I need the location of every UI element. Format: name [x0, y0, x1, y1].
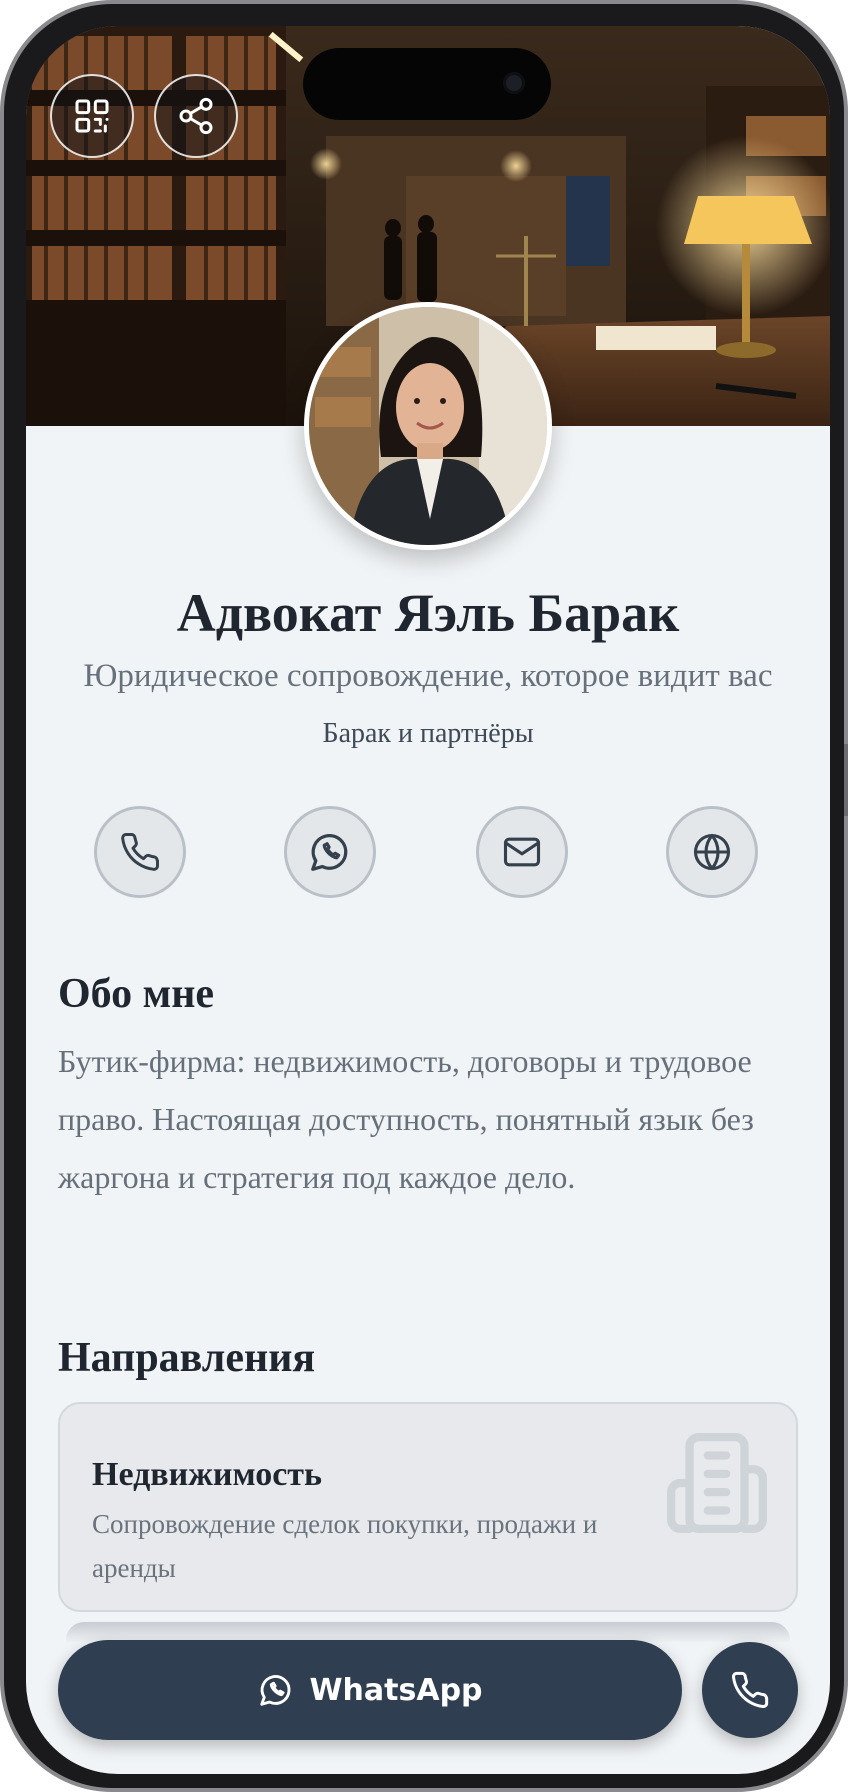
mail-icon	[503, 837, 541, 867]
phone-icon	[121, 833, 159, 871]
side-button	[844, 744, 848, 816]
profile-firm: Барак и партнёры	[322, 718, 534, 749]
profile-tagline: Юридическое сопровождение, которое видит…	[83, 658, 773, 694]
phone-icon	[732, 1671, 769, 1708]
screen: Адвокат Яэль Барак Юридическое сопровожд…	[26, 26, 830, 1774]
call-cta-button[interactable]	[702, 1642, 798, 1738]
share-icon	[179, 97, 213, 135]
about-title: Обо мне	[58, 971, 215, 1017]
about-text: Бутик-фирма: недвижимость, договоры и тр…	[58, 1043, 754, 1195]
service-card-title: Недвижимость	[92, 1456, 322, 1493]
services-title: Направления	[58, 1335, 316, 1381]
whatsapp-cta-button[interactable]: WhatsApp	[58, 1640, 682, 1740]
whatsapp-cta-label: WhatsApp	[309, 1672, 483, 1708]
contact-phone-button[interactable]	[94, 806, 186, 898]
service-card-description: Сопровождение сделок покупки, продажи и …	[92, 1509, 598, 1583]
camera-icon	[503, 72, 525, 94]
globe-icon	[693, 833, 731, 871]
avatar	[304, 302, 552, 550]
dynamic-island	[303, 48, 551, 120]
share-button[interactable]	[154, 74, 238, 158]
profile-name: Адвокат Яэль Барак	[176, 583, 680, 643]
qr-code-button[interactable]	[50, 74, 134, 158]
service-card-real-estate[interactable]: Недвижимость Сопровождение сделок покупк…	[58, 1402, 798, 1612]
building-icon	[667, 1433, 767, 1533]
phone-frame: Адвокат Яэль Барак Юридическое сопровожд…	[0, 0, 848, 1792]
whatsapp-icon	[311, 834, 348, 871]
contact-mail-button[interactable]	[476, 806, 568, 898]
qr-code-icon	[75, 99, 109, 133]
whatsapp-icon	[260, 1675, 291, 1706]
contact-website-button[interactable]	[666, 806, 758, 898]
next-card-edge	[66, 1622, 790, 1642]
contact-whatsapp-button[interactable]	[284, 806, 376, 898]
